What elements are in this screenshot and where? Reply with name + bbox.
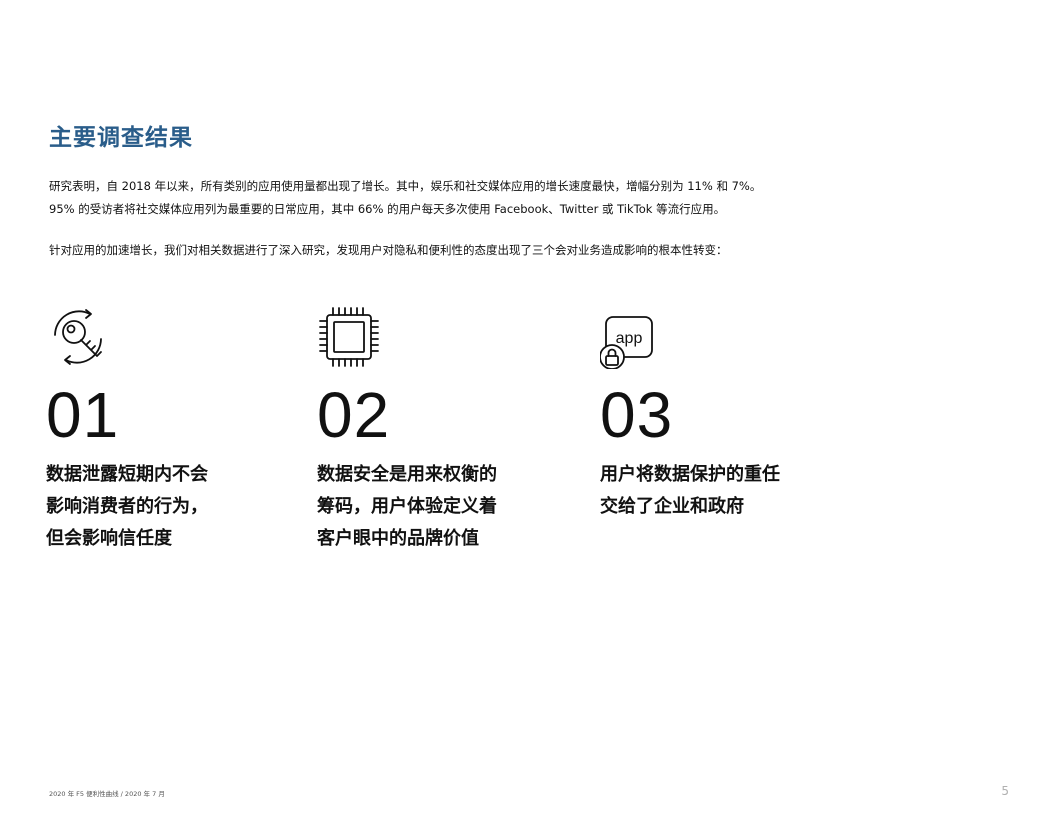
- finding-number: 02: [317, 379, 391, 451]
- finding-02: 02 数据安全是用来权衡的 筹码，用户体验定义着 客户眼中的品牌价值: [317, 305, 557, 555]
- finding-03: app 03 用户将数据保护的重任 交给了企业和政府: [600, 305, 840, 523]
- page-number: 5: [1001, 784, 1009, 798]
- app-lock-icon: app: [600, 316, 653, 369]
- research-paragraph: 针对应用的加速增长，我们对相关数据进行了深入研究，发现用户对隐私和便利性的态度出…: [49, 243, 728, 257]
- chip-icon: [319, 307, 379, 367]
- app-label: app: [616, 330, 643, 347]
- intro-paragraph: 研究表明，自 2018 年以来，所有类别的应用使用量都出现了增长。其中，娱乐和社…: [49, 175, 761, 221]
- finding-01: 01 数据泄露短期内不会 影响消费者的行为， 但会影响信任度: [46, 305, 286, 555]
- finding-number: 03: [600, 379, 674, 451]
- key-rotate-icon: [54, 309, 102, 365]
- intro-line-1: 研究表明，自 2018 年以来，所有类别的应用使用量都出现了增长。其中，娱乐和社…: [49, 179, 762, 193]
- finding-text: 数据安全是用来权衡的 筹码，用户体验定义着 客户眼中的品牌价值: [317, 464, 497, 549]
- finding-text: 用户将数据保护的重任 交给了企业和政府: [600, 464, 780, 517]
- finding-text: 数据泄露短期内不会 影响消费者的行为， 但会影响信任度: [46, 464, 208, 549]
- page-title: 主要调查结果: [49, 125, 193, 151]
- finding-number: 01: [46, 379, 120, 451]
- footer-text: 2020 年 F5 便利性曲线 / 2020 年 7 月: [49, 790, 165, 798]
- intro-line-2: 95% 的受访者将社交媒体应用列为最重要的日常应用，其中 66% 的用户每天多次…: [49, 202, 726, 216]
